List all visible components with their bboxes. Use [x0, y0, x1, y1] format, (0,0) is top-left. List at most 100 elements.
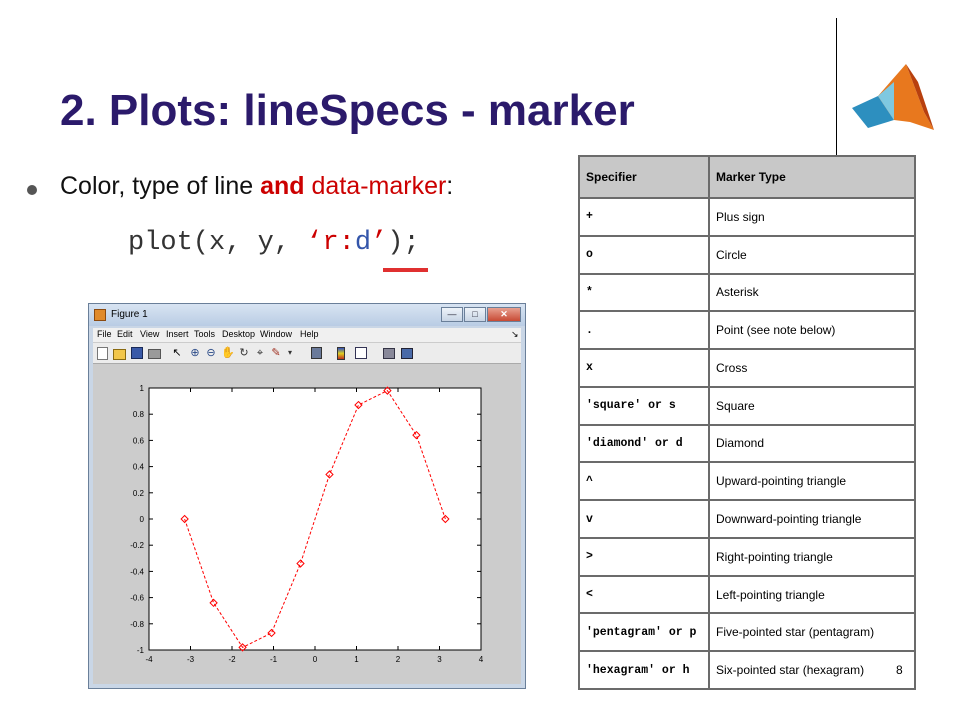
bullet-dot-icon	[27, 185, 37, 195]
figure-menubar: File Edit View Insert Tools Desktop Wind…	[93, 328, 521, 342]
figure-toolbar: ↖ ⊕ ⊖ ✋ ↻ ⌖ ✎ ▾	[93, 342, 521, 364]
hide-plot-tools-icon[interactable]	[383, 348, 395, 359]
x-tick-label: -1	[270, 655, 278, 664]
y-tick-label: -0.8	[130, 620, 144, 629]
table-row: v Downward-pointing triangle	[578, 499, 916, 539]
close-button[interactable]: ✕	[487, 307, 521, 322]
code-color-spec: r	[322, 228, 339, 258]
x-tick-label: -2	[228, 655, 236, 664]
menu-edit[interactable]: Edit	[117, 329, 133, 339]
code-close-quote: ’	[371, 228, 388, 258]
table-row: o Circle	[578, 234, 916, 275]
y-tick-label: -1	[137, 646, 145, 655]
brush-icon[interactable]: ✎	[270, 347, 282, 359]
marker-underline	[383, 268, 428, 272]
line-plot[interactable]: -4 -3 -2 -1 0 1 2 3 4 -1 -0.8 -0.6 -0.4 -0.2 0 0.2 0.4 0.…	[93, 364, 521, 684]
header-specifier: Specifier	[578, 155, 710, 199]
table-row: . Point (see note below)	[578, 310, 916, 351]
arrow-icon[interactable]: ↖	[171, 347, 183, 359]
link-icon[interactable]	[311, 347, 322, 359]
specifier-cell: 'diamond' or d	[578, 423, 710, 464]
marker-type-cell: Point (see note below)	[708, 310, 916, 351]
table-header-row: Specifier Marker Type	[578, 155, 916, 199]
marker-type-cell: Five-pointed star (pentagram)	[708, 612, 916, 653]
bullet-part2	[305, 172, 312, 200]
code-open-quote: ‘	[306, 228, 323, 258]
code-suffix: );	[387, 228, 420, 258]
y-tick-label: 0.8	[133, 410, 145, 419]
print-icon[interactable]	[148, 349, 161, 359]
y-tick-label: 0.6	[133, 436, 145, 445]
x-tick-label: 1	[354, 655, 359, 664]
table-row: 'pentagram' or p Five-pointed star (penta…	[578, 612, 916, 653]
bullet-colon: :	[446, 172, 454, 200]
save-icon[interactable]	[131, 347, 143, 359]
specifier-cell: 'square' or s	[578, 385, 710, 426]
specifier-cell: 'hexagram' or h	[578, 650, 710, 690]
specifier-cell: 'pentagram' or p	[578, 612, 710, 653]
specifier-cell: o	[578, 234, 710, 275]
menu-help[interactable]: Help	[300, 329, 319, 339]
plot-area: -4 -3 -2 -1 0 1 2 3 4 -1 -0.8 -0.6 -0.4 -0.2 0 0.2 0.4 0.…	[93, 364, 521, 684]
header-marker-type: Marker Type	[708, 155, 916, 199]
y-tick-label: 0.4	[133, 463, 145, 472]
marker-type-cell: Downward-pointing triangle	[708, 499, 916, 539]
y-tick-label: -0.2	[130, 541, 144, 550]
marker-type-cell: Square	[708, 385, 916, 426]
x-tick-label: 2	[396, 655, 401, 664]
page-number: 8	[896, 663, 903, 677]
menu-tools[interactable]: Tools	[194, 329, 215, 339]
menu-window[interactable]: Window	[260, 329, 292, 339]
marker-type-cell: Cross	[708, 348, 916, 388]
code-marker-spec: d	[354, 228, 372, 258]
table-row: < Left-pointing triangle	[578, 574, 916, 615]
specifier-cell: >	[578, 536, 710, 577]
show-plot-tools-icon[interactable]	[401, 348, 413, 359]
menu-desktop[interactable]: Desktop	[222, 329, 255, 339]
colorbar-icon[interactable]	[337, 347, 345, 360]
code-line: plot(x, y, ‘r:d’);	[128, 228, 420, 258]
pan-icon[interactable]: ✋	[221, 347, 235, 359]
figure-titlebar[interactable]: Figure 1 — □ ✕	[89, 304, 525, 326]
brush-dropdown-icon[interactable]: ▾	[284, 347, 296, 359]
code-line-spec: :	[338, 228, 355, 258]
menu-view[interactable]: View	[140, 329, 159, 339]
new-figure-icon[interactable]	[97, 347, 108, 360]
table-row: 'diamond' or d Diamond	[578, 423, 916, 464]
menu-insert[interactable]: Insert	[166, 329, 189, 339]
marker-type-table: Specifier Marker Type + Plus sign o Circle…	[578, 155, 916, 690]
bullet-and: and	[260, 172, 305, 200]
legend-icon[interactable]	[355, 347, 367, 359]
specifier-cell: v	[578, 499, 710, 539]
marker-type-cell: Diamond	[708, 423, 916, 464]
bullet-red-text: data-marker	[311, 172, 447, 200]
open-icon[interactable]	[113, 349, 126, 360]
y-tick-label: 0.2	[133, 489, 145, 498]
specifier-cell: +	[578, 197, 710, 237]
zoom-in-icon[interactable]: ⊕	[189, 347, 201, 359]
marker-type-cell: Plus sign	[708, 197, 916, 237]
data-cursor-icon[interactable]: ⌖	[254, 347, 266, 359]
marker-type-cell: Upward-pointing triangle	[708, 461, 916, 502]
marker-type-cell: Six-pointed star (hexagram)	[708, 650, 916, 690]
x-tick-label: -3	[187, 655, 195, 664]
x-tick-label: 3	[437, 655, 442, 664]
table-row: ^ Upward-pointing triangle	[578, 461, 916, 502]
bullet-part1: Color, type of line	[60, 172, 261, 200]
specifier-cell: .	[578, 310, 710, 351]
table-row: > Right-pointing triangle	[578, 536, 916, 577]
code-prefix: plot(x, y,	[128, 228, 307, 258]
rotate-icon[interactable]: ↻	[238, 347, 250, 359]
marker-type-cell: Right-pointing triangle	[708, 536, 916, 577]
y-tick-label: 0	[140, 515, 145, 524]
menu-file[interactable]: File	[97, 329, 112, 339]
specifier-cell: ^	[578, 461, 710, 502]
matlab-logo-icon	[852, 64, 934, 130]
menubar-dock-arrow-icon[interactable]: ↘	[511, 329, 519, 340]
maximize-button[interactable]: □	[464, 307, 486, 322]
slide-title: 2. Plots: lineSpecs - marker	[60, 86, 635, 135]
table-row: * Asterisk	[578, 272, 916, 313]
minimize-button[interactable]: —	[441, 307, 463, 322]
table-row: + Plus sign	[578, 197, 916, 237]
zoom-out-icon[interactable]: ⊖	[205, 347, 217, 359]
